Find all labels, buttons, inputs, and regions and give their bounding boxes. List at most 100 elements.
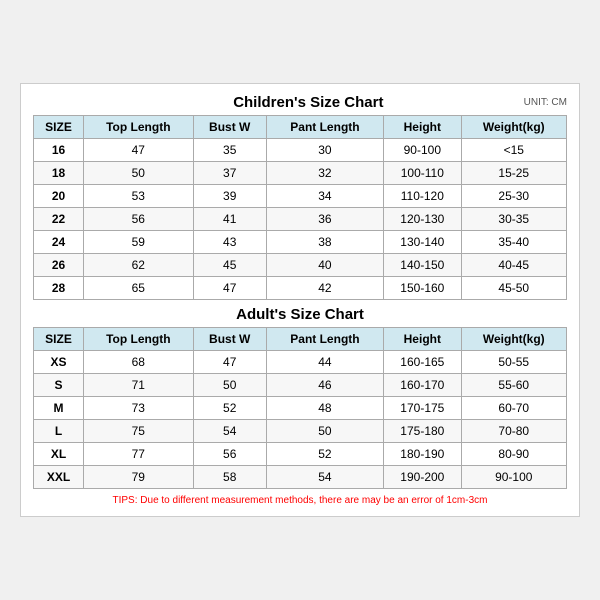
adult-section-title: Adult's Size Chart: [236, 306, 364, 323]
children-cell: 20: [34, 185, 84, 208]
adult-cell: 56: [193, 443, 266, 466]
children-title-row: Children's Size Chart UNIT: CM: [33, 94, 567, 111]
col-header-height: Height: [384, 116, 461, 139]
children-cell: 37: [193, 162, 266, 185]
adult-cell: 54: [193, 420, 266, 443]
children-cell: 24: [34, 231, 84, 254]
adult-cell: 80-90: [461, 443, 566, 466]
children-section-title: Children's Size Chart: [93, 94, 524, 111]
adult-cell: 75: [84, 420, 194, 443]
col-header-size-adult: SIZE: [34, 328, 84, 351]
adult-table-row: XS684744160-16550-55: [34, 351, 567, 374]
children-cell: 40: [266, 254, 383, 277]
children-cell: 43: [193, 231, 266, 254]
children-table-row: 28654742150-16045-50: [34, 277, 567, 300]
adult-cell: L: [34, 420, 84, 443]
col-header-size: SIZE: [34, 116, 84, 139]
adult-cell: 175-180: [384, 420, 461, 443]
adult-cell: 60-70: [461, 397, 566, 420]
children-cell: 56: [84, 208, 194, 231]
children-cell: 100-110: [384, 162, 461, 185]
adult-cell: 77: [84, 443, 194, 466]
adult-cell: 68: [84, 351, 194, 374]
children-table-row: 22564136120-13030-35: [34, 208, 567, 231]
adult-cell: S: [34, 374, 84, 397]
adult-cell: 79: [84, 466, 194, 489]
col-header-weight-adult: Weight(kg): [461, 328, 566, 351]
children-cell: 41: [193, 208, 266, 231]
adult-cell: 55-60: [461, 374, 566, 397]
children-cell: 90-100: [384, 139, 461, 162]
children-cell: 18: [34, 162, 84, 185]
children-table-row: 20533934110-12025-30: [34, 185, 567, 208]
adult-cell: 48: [266, 397, 383, 420]
adult-cell: 46: [266, 374, 383, 397]
adult-table-row: XXL795854190-20090-100: [34, 466, 567, 489]
adult-cell: XXL: [34, 466, 84, 489]
adult-cell: 52: [193, 397, 266, 420]
adult-cell: 54: [266, 466, 383, 489]
adult-header-row: SIZE Top Length Bust W Pant Length Heigh…: [34, 328, 567, 351]
children-cell: 130-140: [384, 231, 461, 254]
adult-cell: 170-175: [384, 397, 461, 420]
children-cell: 22: [34, 208, 84, 231]
adult-table: SIZE Top Length Bust W Pant Length Heigh…: [33, 327, 567, 489]
adult-cell: 180-190: [384, 443, 461, 466]
adult-cell: 50: [193, 374, 266, 397]
children-table-row: 1647353090-100<15: [34, 139, 567, 162]
adult-cell: XS: [34, 351, 84, 374]
adult-title-row: Adult's Size Chart: [33, 306, 567, 323]
adult-table-row: S715046160-17055-60: [34, 374, 567, 397]
children-cell: 36: [266, 208, 383, 231]
children-cell: 140-150: [384, 254, 461, 277]
col-header-top-length: Top Length: [84, 116, 194, 139]
adult-cell: 90-100: [461, 466, 566, 489]
children-cell: 38: [266, 231, 383, 254]
adult-cell: 160-170: [384, 374, 461, 397]
adult-cell: 70-80: [461, 420, 566, 443]
adult-cell: 71: [84, 374, 194, 397]
children-cell: 53: [84, 185, 194, 208]
col-header-bust-w: Bust W: [193, 116, 266, 139]
children-cell: 28: [34, 277, 84, 300]
children-table-row: 26624540140-15040-45: [34, 254, 567, 277]
children-cell: 35-40: [461, 231, 566, 254]
children-cell: 25-30: [461, 185, 566, 208]
children-cell: 15-25: [461, 162, 566, 185]
col-header-top-length-adult: Top Length: [84, 328, 194, 351]
children-cell: 110-120: [384, 185, 461, 208]
adult-cell: 190-200: [384, 466, 461, 489]
children-table-row: 18503732100-11015-25: [34, 162, 567, 185]
col-header-pant-length: Pant Length: [266, 116, 383, 139]
col-header-bust-w-adult: Bust W: [193, 328, 266, 351]
adult-cell: 160-165: [384, 351, 461, 374]
children-cell: 59: [84, 231, 194, 254]
children-table: SIZE Top Length Bust W Pant Length Heigh…: [33, 115, 567, 300]
tips-text: TIPS: Due to different measurement metho…: [33, 495, 567, 506]
children-cell: 50: [84, 162, 194, 185]
col-header-pant-length-adult: Pant Length: [266, 328, 383, 351]
adult-table-row: M735248170-17560-70: [34, 397, 567, 420]
adult-cell: 52: [266, 443, 383, 466]
children-cell: 40-45: [461, 254, 566, 277]
adult-cell: 58: [193, 466, 266, 489]
adult-cell: 73: [84, 397, 194, 420]
children-cell: 30: [266, 139, 383, 162]
chart-container: Children's Size Chart UNIT: CM SIZE Top …: [20, 83, 580, 517]
adult-cell: XL: [34, 443, 84, 466]
children-cell: 39: [193, 185, 266, 208]
children-cell: 32: [266, 162, 383, 185]
children-cell: 42: [266, 277, 383, 300]
children-cell: <15: [461, 139, 566, 162]
children-cell: 16: [34, 139, 84, 162]
adult-table-row: XL775652180-19080-90: [34, 443, 567, 466]
adult-cell: 50-55: [461, 351, 566, 374]
children-cell: 47: [193, 277, 266, 300]
adult-cell: 50: [266, 420, 383, 443]
children-cell: 62: [84, 254, 194, 277]
children-cell: 26: [34, 254, 84, 277]
col-header-weight: Weight(kg): [461, 116, 566, 139]
children-cell: 65: [84, 277, 194, 300]
children-table-row: 24594338130-14035-40: [34, 231, 567, 254]
children-cell: 45-50: [461, 277, 566, 300]
